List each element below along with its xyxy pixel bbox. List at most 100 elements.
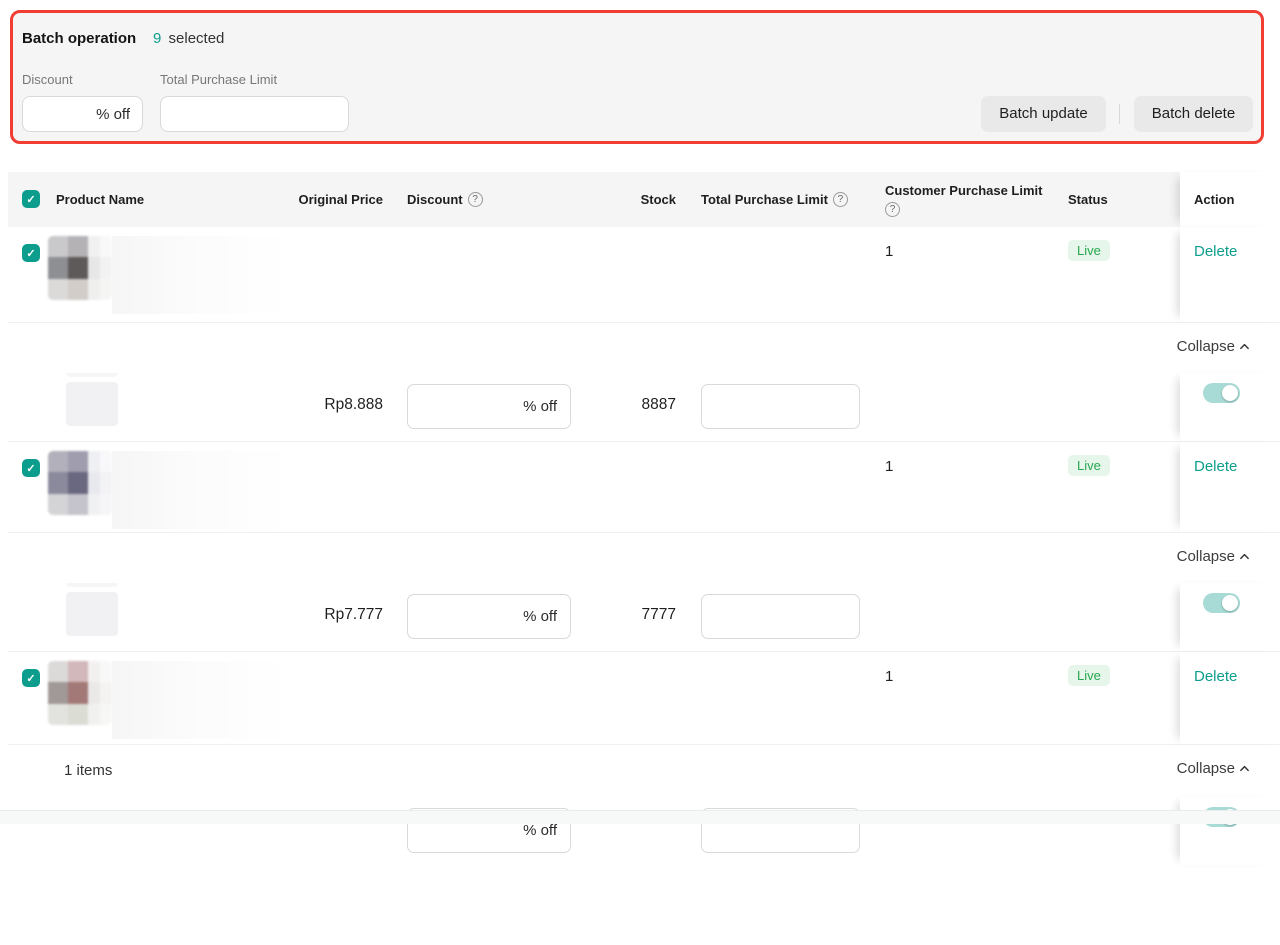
- sku-body: Rp8.888 % off 8887: [8, 373, 1280, 441]
- discount-suffix: % off: [523, 398, 557, 415]
- discount-suffix: % off: [523, 822, 557, 839]
- action-cell: Delete: [1180, 442, 1280, 532]
- action-cell: [1180, 797, 1280, 865]
- selected-count: 9: [153, 30, 161, 47]
- batch-discount-input[interactable]: % off: [22, 96, 143, 132]
- row-checkbox[interactable]: ✓: [22, 244, 40, 262]
- select-all-checkbox[interactable]: ✓: [22, 190, 40, 208]
- batch-operation-panel: Batch operation 9 selected Discount % of…: [10, 10, 1264, 144]
- product-image-blurred: [48, 236, 112, 300]
- selected-label: selected: [169, 30, 225, 47]
- toggle-knob: [1222, 385, 1238, 401]
- collapse-label: Collapse: [1177, 760, 1235, 777]
- table-header: ✓ Product Name Original Price Discount ?…: [8, 172, 1280, 227]
- product-name-blurred: [112, 451, 290, 529]
- action-cell: [1180, 583, 1280, 651]
- help-icon[interactable]: ?: [468, 192, 483, 207]
- batch-update-button[interactable]: Batch update: [981, 96, 1106, 132]
- discount-input[interactable]: % off: [407, 384, 571, 429]
- check-icon: ✓: [26, 193, 35, 206]
- header-total-purchase-limit-label: Total Purchase Limit: [701, 192, 828, 207]
- discount-input[interactable]: % off: [407, 594, 571, 639]
- product-row: ✓ 1 Live Delete: [8, 227, 1280, 323]
- product-name-blurred: [112, 661, 290, 739]
- total-purchase-limit-input[interactable]: [701, 384, 860, 429]
- status-badge: Live: [1068, 240, 1110, 261]
- status-toggle[interactable]: [1203, 383, 1240, 403]
- header-product-name: Product Name: [56, 192, 144, 207]
- check-icon: ✓: [26, 672, 35, 685]
- header-discount: Discount ?: [407, 192, 483, 207]
- collapse-button[interactable]: Collapse: [1177, 338, 1250, 355]
- total-purchase-limit-field[interactable]: [715, 607, 846, 626]
- header-discount-label: Discount: [407, 192, 463, 207]
- help-icon[interactable]: ?: [885, 202, 900, 217]
- batch-panel-title: Batch operation: [22, 30, 136, 47]
- discount-field[interactable]: [421, 397, 523, 416]
- page-bottom-gutter: [0, 810, 1280, 824]
- total-purchase-limit-input[interactable]: [701, 594, 860, 639]
- stock-value: 8887: [568, 396, 676, 414]
- discount-field[interactable]: [421, 607, 523, 626]
- check-icon: ✓: [26, 247, 35, 260]
- collapse-button[interactable]: Collapse: [1177, 548, 1250, 565]
- status-toggle[interactable]: [1203, 593, 1240, 613]
- collapse-button[interactable]: Collapse: [1177, 760, 1250, 777]
- action-cell: Delete: [1180, 227, 1280, 322]
- batch-discount-label: Discount: [22, 72, 73, 87]
- product-row: ✓ 1 Live Delete: [8, 442, 1280, 533]
- action-cell: Delete: [1180, 652, 1280, 744]
- action-cell: [1180, 373, 1280, 441]
- sku-row: Collapse Rp8.888 % off 8887: [8, 323, 1280, 442]
- batch-discount-suffix: % off: [96, 106, 130, 123]
- status-badge: Live: [1068, 455, 1110, 476]
- sku-body: % off: [8, 797, 1280, 865]
- sku-row: 1 items Collapse % off: [8, 745, 1280, 945]
- header-customer-purchase-limit-label: Customer Purchase Limit: [885, 183, 1043, 198]
- status-badge: Live: [1068, 665, 1110, 686]
- collapse-strip: 1 items Collapse: [8, 745, 1280, 797]
- stock-value: 7777: [568, 606, 676, 624]
- product-table: ✓ Product Name Original Price Discount ?…: [8, 172, 1280, 945]
- product-name-blurred: [112, 236, 290, 314]
- row-checkbox[interactable]: ✓: [22, 459, 40, 477]
- discount-suffix: % off: [523, 608, 557, 625]
- collapse-label: Collapse: [1177, 338, 1235, 355]
- check-icon: ✓: [26, 462, 35, 475]
- batch-delete-button[interactable]: Batch delete: [1134, 96, 1253, 132]
- header-total-purchase-limit: Total Purchase Limit ?: [701, 192, 848, 207]
- batch-discount-field[interactable]: [35, 105, 96, 124]
- customer-purchase-limit-value: 1: [885, 668, 893, 685]
- original-price-value: Rp8.888: [238, 396, 383, 414]
- button-divider: [1119, 104, 1120, 124]
- collapse-strip: Collapse: [8, 323, 1280, 373]
- sku-body: Rp7.777 % off 7777: [8, 583, 1280, 651]
- chevron-up-icon: [1239, 551, 1250, 562]
- delete-button[interactable]: Delete: [1194, 243, 1237, 260]
- customer-purchase-limit-value: 1: [885, 243, 893, 260]
- help-icon[interactable]: ?: [833, 192, 848, 207]
- header-original-price: Original Price: [238, 192, 383, 207]
- product-row: ✓ 1 Live Delete: [8, 652, 1280, 745]
- collapse-strip: Collapse: [8, 533, 1280, 583]
- sku-row: Collapse Rp7.777 % off 7777: [8, 533, 1280, 652]
- toggle-knob: [1222, 595, 1238, 611]
- product-image-blurred: [48, 451, 112, 515]
- chevron-up-icon: [1239, 341, 1250, 352]
- batch-total-purchase-limit-input[interactable]: [160, 96, 349, 132]
- header-action: Action: [1194, 192, 1234, 207]
- original-price-value: Rp7.777: [238, 606, 383, 624]
- row-checkbox[interactable]: ✓: [22, 669, 40, 687]
- header-customer-purchase-limit: Customer Purchase Limit ?: [885, 182, 1045, 217]
- header-status: Status: [1068, 192, 1108, 207]
- action-column-header: Action: [1180, 172, 1280, 227]
- customer-purchase-limit-value: 1: [885, 458, 893, 475]
- product-image-blurred: [48, 661, 112, 725]
- batch-total-purchase-limit-field[interactable]: [173, 105, 336, 124]
- chevron-up-icon: [1239, 763, 1250, 774]
- items-count-label: 1 items: [64, 762, 112, 779]
- delete-button[interactable]: Delete: [1194, 458, 1237, 475]
- header-stock: Stock: [568, 192, 676, 207]
- total-purchase-limit-field[interactable]: [715, 397, 846, 416]
- delete-button[interactable]: Delete: [1194, 668, 1237, 685]
